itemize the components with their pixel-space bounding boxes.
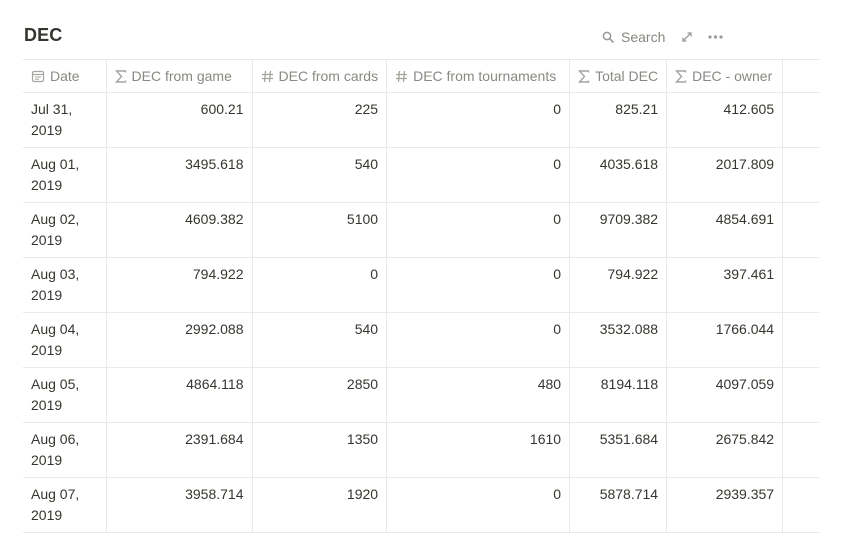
cell-dec-from-cards[interactable]: 1350 — [252, 422, 388, 478]
cell-overflow — [782, 367, 820, 423]
cell-overflow — [782, 422, 820, 478]
cell-dec-from-game[interactable]: 600.21 — [106, 92, 253, 148]
magnifier-icon — [602, 31, 614, 43]
column-header-total-dec[interactable]: Total DEC — [569, 59, 668, 93]
sigma-icon — [675, 69, 687, 83]
cell-overflow — [782, 202, 820, 258]
cell-dec-owner[interactable]: 4854.691 — [666, 202, 784, 258]
cell-total-dec[interactable]: 794.922 — [569, 257, 668, 313]
column-header-overflow — [782, 59, 820, 93]
cell-date[interactable]: Aug 05, 2019 — [23, 367, 107, 423]
cell-overflow — [782, 257, 820, 313]
cell-dec-owner[interactable]: 397.461 — [666, 257, 784, 313]
page-title: DEC — [24, 25, 63, 45]
cell-dec-owner[interactable]: 2675.842 — [666, 422, 784, 478]
cell-dec-owner[interactable]: 2939.357 — [666, 477, 784, 533]
cell-dec-from-game[interactable]: 3495.618 — [106, 147, 253, 203]
cell-dec-from-game[interactable]: 3958.714 — [106, 477, 253, 533]
cell-date[interactable]: Aug 04, 2019 — [23, 312, 107, 368]
cell-dec-owner[interactable]: 412.605 — [666, 92, 784, 148]
cell-overflow — [782, 147, 820, 203]
table-header-row: Date DEC from game DEC from cards DEC fr… — [23, 59, 820, 93]
cell-overflow — [782, 92, 820, 148]
cell-total-dec[interactable]: 9709.382 — [569, 202, 668, 258]
search-button[interactable]: Search — [602, 29, 665, 45]
cell-dec-from-game[interactable]: 2992.088 — [106, 312, 253, 368]
cell-dec-from-tournaments[interactable]: 0 — [386, 477, 571, 533]
hash-icon — [261, 70, 274, 83]
column-header-date[interactable]: Date — [23, 59, 107, 93]
cell-dec-from-cards[interactable]: 1920 — [252, 477, 388, 533]
hash-icon — [395, 70, 408, 83]
search-label: Search — [621, 29, 666, 45]
cell-date[interactable]: Jul 31, 2019 — [23, 92, 107, 148]
column-label: Total DEC — [595, 68, 659, 84]
cell-date[interactable]: Aug 01, 2019 — [23, 147, 107, 203]
cell-total-dec[interactable]: 5878.714 — [569, 477, 668, 533]
column-header-dec-from-game[interactable]: DEC from game — [106, 59, 253, 93]
cell-total-dec[interactable]: 5351.684 — [569, 422, 668, 478]
dec-table: Date DEC from game DEC from cards DEC fr… — [23, 59, 820, 533]
table-row[interactable]: Aug 03, 2019 794.922 0 0 794.922 397.461 — [23, 257, 820, 313]
table-row[interactable]: Aug 04, 2019 2992.088 540 0 3532.088 176… — [23, 312, 820, 368]
column-label: DEC from game — [131, 68, 232, 84]
sigma-icon — [578, 69, 590, 83]
cell-dec-owner[interactable]: 2017.809 — [666, 147, 784, 203]
toolbar: Search — [602, 27, 723, 47]
cell-total-dec[interactable]: 3532.088 — [569, 312, 668, 368]
cell-date[interactable]: Aug 02, 2019 — [23, 202, 107, 258]
ellipsis-icon[interactable] — [708, 35, 723, 39]
column-label: DEC from cards — [278, 68, 379, 84]
cell-dec-from-game[interactable]: 4609.382 — [106, 202, 253, 258]
expand-arrows-icon[interactable] — [681, 31, 693, 43]
cell-dec-from-tournaments[interactable]: 0 — [386, 257, 571, 313]
sigma-icon — [114, 69, 127, 83]
cell-dec-from-game[interactable]: 2391.684 — [106, 422, 253, 478]
table-row[interactable]: Aug 01, 2019 3495.618 540 0 4035.618 201… — [23, 147, 820, 203]
cell-dec-from-tournaments[interactable]: 1610 — [386, 422, 571, 478]
cell-dec-from-cards[interactable]: 540 — [252, 312, 388, 368]
cell-dec-owner[interactable]: 4097.059 — [666, 367, 784, 423]
column-label: DEC - owner — [692, 68, 773, 84]
cell-dec-from-tournaments[interactable]: 0 — [386, 92, 571, 148]
cell-dec-from-tournaments[interactable]: 480 — [386, 367, 571, 423]
cell-dec-from-tournaments[interactable]: 0 — [386, 147, 571, 203]
cell-dec-from-cards[interactable]: 2850 — [252, 367, 388, 423]
cell-overflow — [782, 477, 820, 533]
cell-date[interactable]: Aug 06, 2019 — [23, 422, 107, 478]
table-row[interactable]: Aug 05, 2019 4864.118 2850 480 8194.118 … — [23, 367, 820, 423]
column-header-dec-owner[interactable]: DEC - owner — [666, 59, 784, 93]
cell-date[interactable]: Aug 07, 2019 — [23, 477, 107, 533]
table-row[interactable]: Aug 07, 2019 3958.714 1920 0 5878.714 29… — [23, 477, 820, 533]
cell-dec-from-cards[interactable]: 5100 — [252, 202, 388, 258]
column-header-dec-from-cards[interactable]: DEC from cards — [252, 59, 388, 93]
table-row[interactable]: Aug 06, 2019 2391.684 1350 1610 5351.684… — [23, 422, 820, 478]
cell-date[interactable]: Aug 03, 2019 — [23, 257, 107, 313]
cell-dec-from-game[interactable]: 4864.118 — [106, 367, 253, 423]
cell-dec-from-tournaments[interactable]: 0 — [386, 312, 571, 368]
cell-total-dec[interactable]: 8194.118 — [569, 367, 668, 423]
column-header-dec-from-tournaments[interactable]: DEC from tournaments — [386, 59, 571, 93]
cell-dec-from-cards[interactable]: 0 — [252, 257, 388, 313]
column-label: DEC from tournaments — [413, 68, 557, 84]
cell-dec-from-tournaments[interactable]: 0 — [386, 202, 571, 258]
table-row[interactable]: Aug 02, 2019 4609.382 5100 0 9709.382 48… — [23, 202, 820, 258]
column-label: Date — [50, 68, 80, 84]
table-row[interactable]: Jul 31, 2019 600.21 225 0 825.21 412.605 — [23, 92, 820, 148]
cell-total-dec[interactable]: 4035.618 — [569, 147, 668, 203]
cell-dec-from-game[interactable]: 794.922 — [106, 257, 253, 313]
cell-dec-owner[interactable]: 1766.044 — [666, 312, 784, 368]
cell-dec-from-cards[interactable]: 540 — [252, 147, 388, 203]
cell-overflow — [782, 312, 820, 368]
cell-dec-from-cards[interactable]: 225 — [252, 92, 388, 148]
cell-total-dec[interactable]: 825.21 — [569, 92, 668, 148]
calendar-icon — [31, 69, 45, 83]
